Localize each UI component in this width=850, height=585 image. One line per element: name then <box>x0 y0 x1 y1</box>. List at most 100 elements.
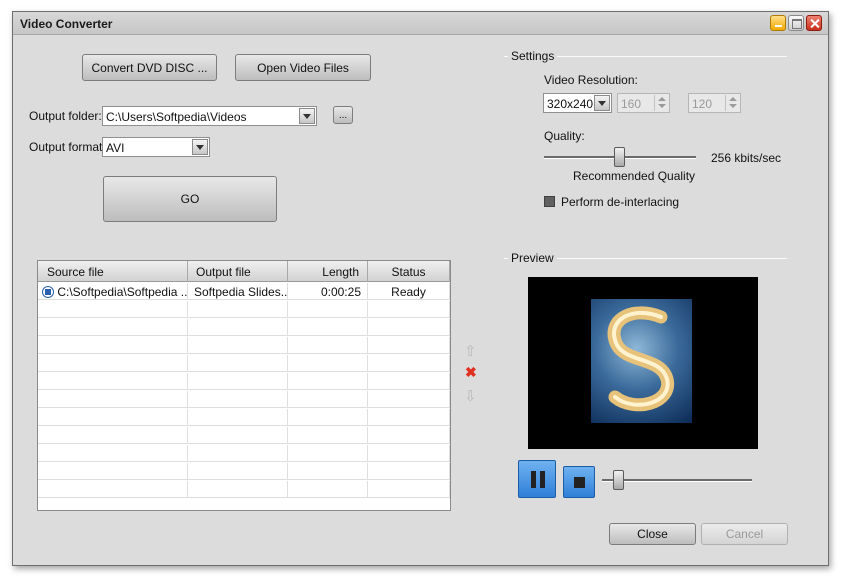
status-cell: Ready <box>368 283 450 300</box>
deinterlace-checkbox[interactable] <box>544 196 555 207</box>
resolution-value: 320x240 <box>547 97 594 111</box>
output-format-select[interactable]: AVI <box>102 137 210 157</box>
table-row-empty <box>38 373 450 390</box>
move-down-icon[interactable]: ⇩ <box>464 389 477 404</box>
table-cell-empty <box>188 355 288 372</box>
chevron-down-icon[interactable] <box>192 139 208 155</box>
title-bar[interactable]: Video Converter <box>13 12 828 35</box>
quality-value-text: 256 kbits/sec <box>711 151 782 165</box>
softpedia-logo-icon <box>607 306 675 412</box>
table-cell-empty <box>368 373 450 390</box>
table-cell-empty <box>368 463 450 480</box>
table-row-empty <box>38 337 450 354</box>
stop-button[interactable] <box>563 466 595 498</box>
quality-slider-thumb[interactable] <box>614 147 625 167</box>
settings-group-title: Settings <box>508 49 558 63</box>
pause-icon <box>531 471 536 488</box>
table-cell-empty <box>288 481 368 498</box>
quality-caption: Recommended Quality <box>573 169 696 183</box>
width-spinner: 160 <box>617 93 670 113</box>
table-cell-empty <box>288 445 368 462</box>
table-cell-empty <box>368 409 450 426</box>
table-cell-empty <box>368 445 450 462</box>
height-spinner: 120 <box>688 93 741 113</box>
table-cell-empty <box>38 301 188 318</box>
maximize-button[interactable] <box>788 15 804 31</box>
output-folder-label: Output folder: <box>29 109 102 123</box>
stop-icon <box>574 477 585 488</box>
table-row-empty <box>38 301 450 318</box>
go-button[interactable]: GO <box>103 176 277 222</box>
table-cell-empty <box>368 337 450 354</box>
chevron-down-icon[interactable] <box>594 95 610 111</box>
table-cell-empty <box>188 463 288 480</box>
column-length[interactable]: Length <box>288 261 368 282</box>
table-cell-empty <box>288 355 368 372</box>
file-status-icon <box>42 286 54 298</box>
preview-frame-image <box>591 299 692 423</box>
table-header: Source file Output file Length Status <box>38 261 450 282</box>
resolution-select[interactable]: 320x240 <box>543 93 612 113</box>
deinterlace-label: Perform de-interlacing <box>561 195 680 209</box>
table-cell-empty <box>288 301 368 318</box>
table-cell-empty <box>188 301 288 318</box>
cancel-button: Cancel <box>701 523 788 545</box>
table-cell-empty <box>368 355 450 372</box>
table-cell-empty <box>368 391 450 408</box>
output-file-cell: Softpedia Slides... <box>188 283 288 300</box>
minimize-button[interactable] <box>770 15 786 31</box>
width-value: 160 <box>621 97 642 111</box>
table-cell-empty <box>38 319 188 336</box>
table-row-empty <box>38 427 450 444</box>
table-row-empty <box>38 319 450 336</box>
playback-position-thumb[interactable] <box>612 470 624 490</box>
output-format-value: AVI <box>106 141 125 155</box>
table-cell-empty <box>288 391 368 408</box>
convert-dvd-button[interactable]: Convert DVD DISC ... <box>82 54 217 81</box>
table-cell-empty <box>368 319 450 336</box>
browse-folder-button[interactable]: ... <box>333 106 353 124</box>
table-row-empty <box>38 409 450 426</box>
playback-position-track[interactable] <box>602 479 752 482</box>
table-cell-empty <box>288 409 368 426</box>
table-cell-empty <box>288 319 368 336</box>
table-row[interactable]: C:\Softpedia\Softpedia ... Softpedia Sli… <box>38 283 450 300</box>
table-cell-empty <box>188 409 288 426</box>
table-cell-empty <box>38 355 188 372</box>
table-cell-empty <box>38 391 188 408</box>
table-cell-empty <box>188 445 288 462</box>
table-cell-empty <box>188 337 288 354</box>
table-cell-empty <box>188 373 288 390</box>
column-output-file[interactable]: Output file <box>188 261 288 282</box>
height-value: 120 <box>692 97 713 111</box>
table-cell-empty <box>188 427 288 444</box>
table-cell-empty <box>38 445 188 462</box>
table-cell-empty <box>38 427 188 444</box>
move-up-icon[interactable]: ⇧ <box>464 344 477 359</box>
source-file-cell: C:\Softpedia\Softpedia ... <box>38 283 188 300</box>
remove-icon[interactable]: ✖ <box>465 365 477 380</box>
video-preview <box>528 277 758 449</box>
quality-label: Quality: <box>544 129 585 143</box>
preview-group-title: Preview <box>508 251 557 265</box>
column-status[interactable]: Status <box>368 261 450 282</box>
length-cell: 0:00:25 <box>288 283 368 300</box>
close-window-button[interactable] <box>806 15 822 31</box>
table-cell-empty <box>288 463 368 480</box>
pause-button[interactable] <box>518 460 556 498</box>
close-button[interactable]: Close <box>609 523 696 545</box>
table-row-empty <box>38 445 450 462</box>
output-folder-value: C:\Users\Softpedia\Videos <box>106 110 247 124</box>
file-list-table: Source file Output file Length Status C:… <box>37 260 451 511</box>
output-folder-combo[interactable]: C:\Users\Softpedia\Videos <box>102 106 317 126</box>
column-source-file[interactable]: Source file <box>38 261 188 282</box>
table-cell-empty <box>188 481 288 498</box>
open-video-files-button[interactable]: Open Video Files <box>235 54 371 81</box>
table-cell-empty <box>38 337 188 354</box>
video-converter-window: Video Converter Convert DVD DISC ... Ope… <box>12 11 829 566</box>
spin-arrows-icon <box>654 95 668 111</box>
table-cell-empty <box>288 373 368 390</box>
video-resolution-label: Video Resolution: <box>544 73 638 87</box>
chevron-down-icon[interactable] <box>299 108 315 124</box>
table-cell-empty <box>288 337 368 354</box>
